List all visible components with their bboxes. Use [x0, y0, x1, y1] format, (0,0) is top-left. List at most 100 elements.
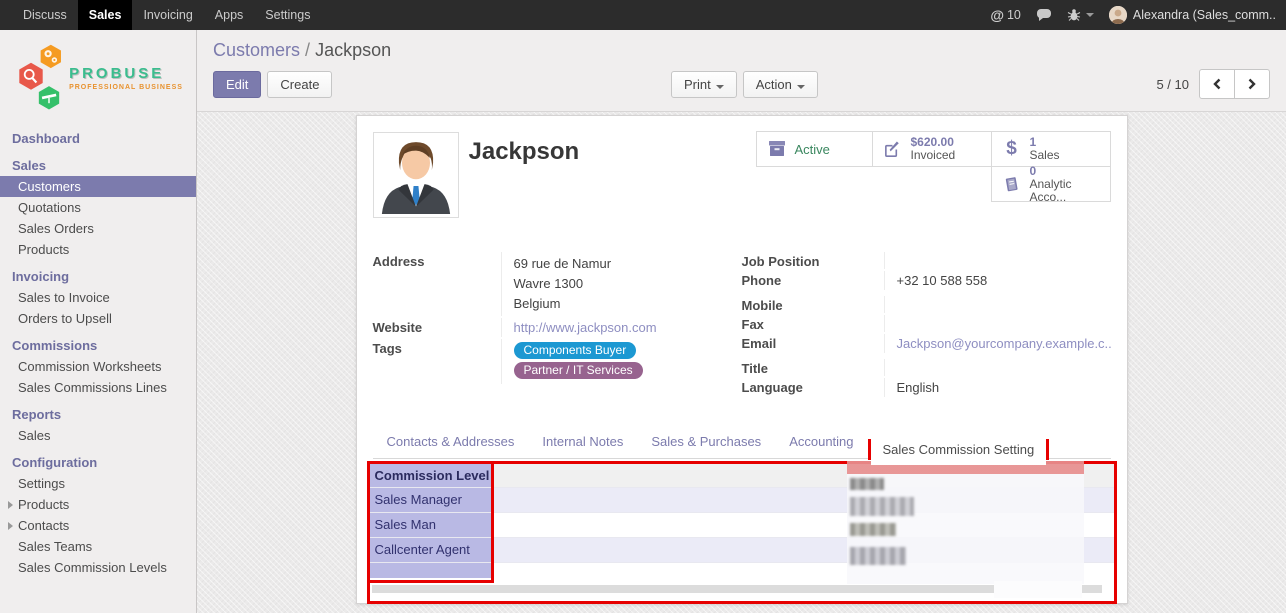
- user-name: Alexandra (Sales_comm..: [1133, 8, 1276, 22]
- sidebar-menu: Dashboard Sales Customers Quotations Sal…: [0, 128, 196, 578]
- title-value: [884, 359, 1111, 376]
- debug-icon[interactable]: [1067, 8, 1094, 22]
- sidebar-heading-reports[interactable]: Reports: [0, 404, 196, 425]
- print-button[interactable]: Print: [671, 71, 737, 98]
- email-link[interactable]: Jackpson@yourcompany.example.c..: [897, 336, 1112, 351]
- sidebar-item-settings[interactable]: Settings: [0, 473, 196, 494]
- sidebar: PROBUSE PROFESSIONAL BUSINESS Dashboard …: [0, 30, 197, 613]
- pager: [1199, 69, 1270, 99]
- tab-accounting[interactable]: Accounting: [775, 425, 867, 458]
- tag-partner-it-services[interactable]: Partner / IT Services: [514, 362, 643, 379]
- sidebar-item-quotations[interactable]: Quotations: [0, 197, 196, 218]
- nav-discuss[interactable]: Discuss: [12, 0, 78, 30]
- title-label: Title: [742, 359, 884, 376]
- stat-invoiced-button[interactable]: $620.00 Invoiced: [872, 131, 992, 167]
- app-menu: Discuss Sales Invoicing Apps Settings: [0, 0, 321, 30]
- field-phone: Phone +32 10 588 558: [742, 271, 1111, 290]
- mention-counter[interactable]: @ 10: [990, 7, 1021, 23]
- book-icon: [1000, 175, 1024, 194]
- stat-analytic-button[interactable]: 0 Analytic Acco...: [991, 166, 1111, 202]
- systray: @ 10 Alexandra (Sales_comm..: [990, 0, 1286, 30]
- field-language: Language English: [742, 378, 1111, 397]
- sidebar-item-commission-worksheets[interactable]: Commission Worksheets: [0, 356, 196, 377]
- nav-invoicing[interactable]: Invoicing: [132, 0, 203, 30]
- action-button[interactable]: Action: [743, 71, 818, 98]
- address-line-3: Belgium: [514, 294, 742, 314]
- sidebar-item-customers[interactable]: Customers: [0, 176, 196, 197]
- website-label: Website: [373, 318, 501, 337]
- redacted-block: [850, 478, 884, 490]
- sidebar-item-orders-to-upsell[interactable]: Orders to Upsell: [0, 308, 196, 329]
- tab-internal-notes[interactable]: Internal Notes: [528, 425, 637, 458]
- pager-next-button[interactable]: [1234, 69, 1270, 99]
- expand-arrow-icon: [8, 522, 13, 530]
- left-field-group: Address 69 rue de Namur Wavre 1300 Belgi…: [373, 252, 742, 399]
- at-icon: @: [990, 7, 1004, 23]
- chevron-down-icon: [797, 85, 805, 89]
- cell-commission-level[interactable]: Sales Manager: [370, 488, 491, 512]
- stat-active-button[interactable]: Active: [756, 131, 873, 167]
- phone-value: +32 10 588 558: [884, 271, 1111, 290]
- sidebar-item-sales-commissions-lines[interactable]: Sales Commissions Lines: [0, 377, 196, 398]
- cell-commission-level[interactable]: Sales Man: [370, 513, 491, 537]
- language-value: English: [884, 378, 1111, 397]
- sidebar-heading-commissions[interactable]: Commissions: [0, 335, 196, 356]
- cell-commission-level[interactable]: Callcenter Agent: [370, 538, 491, 562]
- sidebar-item-config-contacts[interactable]: Contacts: [0, 515, 196, 536]
- form-sheet: Jackpson Active: [356, 115, 1128, 604]
- customer-photo[interactable]: [373, 132, 459, 218]
- sidebar-heading-invoicing[interactable]: Invoicing: [0, 266, 196, 287]
- field-tags: Tags Components Buyer Partner / IT Servi…: [373, 339, 742, 384]
- pager-previous-button[interactable]: [1199, 69, 1235, 99]
- sidebar-item-sales-commission-levels[interactable]: Sales Commission Levels: [0, 557, 196, 578]
- column-header-commission-level[interactable]: Commission Level: [370, 464, 491, 487]
- create-button[interactable]: Create: [267, 71, 332, 98]
- horizontal-scrollbar[interactable]: [372, 585, 1102, 593]
- field-email: Email Jackpson@yourcompany.example.c..: [742, 334, 1111, 353]
- stat-sales-button[interactable]: $ 1 Sales: [991, 131, 1111, 167]
- breadcrumb-customers[interactable]: Customers: [213, 40, 300, 60]
- job-position-label: Job Position: [742, 252, 884, 269]
- probuse-hexagons-icon: [13, 42, 67, 114]
- logo-subtitle: PROFESSIONAL BUSINESS: [69, 84, 183, 91]
- address-line-1: 69 rue de Namur: [514, 254, 742, 274]
- tab-sales-purchases[interactable]: Sales & Purchases: [637, 425, 775, 458]
- sidebar-item-sales-orders[interactable]: Sales Orders: [0, 218, 196, 239]
- edit-button[interactable]: Edit: [213, 71, 261, 98]
- tag-components-buyer[interactable]: Components Buyer: [514, 342, 637, 359]
- sidebar-item-config-products[interactable]: Products: [0, 494, 196, 515]
- user-menu[interactable]: Alexandra (Sales_comm..: [1109, 6, 1276, 24]
- field-website: Website http://www.jackpson.com: [373, 318, 742, 337]
- nav-sales[interactable]: Sales: [78, 0, 133, 30]
- app-logo[interactable]: PROBUSE PROFESSIONAL BUSINESS: [0, 30, 196, 122]
- dollar-icon: $: [1000, 138, 1024, 160]
- cell-empty: [370, 563, 491, 578]
- fax-value: [884, 315, 1111, 332]
- stat-active-label: Active: [795, 143, 830, 156]
- redacted-block: [850, 497, 914, 516]
- mobile-label: Mobile: [742, 296, 884, 313]
- messages-icon[interactable]: [1036, 8, 1052, 22]
- website-link[interactable]: http://www.jackpson.com: [514, 320, 657, 335]
- sidebar-heading-configuration[interactable]: Configuration: [0, 452, 196, 473]
- mention-count: 10: [1007, 8, 1021, 22]
- sidebar-heading-dashboard[interactable]: Dashboard: [0, 128, 196, 149]
- tab-contacts-addresses[interactable]: Contacts & Addresses: [373, 425, 529, 458]
- sidebar-item-products[interactable]: Products: [0, 239, 196, 260]
- nav-apps[interactable]: Apps: [204, 0, 255, 30]
- sidebar-item-label: Products: [18, 497, 69, 512]
- tab-sales-commission-setting[interactable]: Sales Commission Setting: [871, 434, 1047, 465]
- nav-settings[interactable]: Settings: [254, 0, 321, 30]
- sidebar-item-sales-to-invoice[interactable]: Sales to Invoice: [0, 287, 196, 308]
- sidebar-item-reports-sales[interactable]: Sales: [0, 425, 196, 446]
- businessman-avatar-icon: [377, 136, 455, 214]
- mobile-value: [884, 296, 1111, 313]
- tags-label: Tags: [373, 339, 501, 384]
- expand-arrow-icon: [8, 501, 13, 509]
- stat-analytic-value: 0: [1030, 165, 1102, 178]
- logo-title: PROBUSE: [69, 65, 183, 82]
- annotation-box-table: Commission Level Sales Manager Sales Man: [367, 461, 1117, 604]
- sidebar-item-sales-teams[interactable]: Sales Teams: [0, 536, 196, 557]
- archive-box-icon: [765, 140, 789, 158]
- sidebar-heading-sales[interactable]: Sales: [0, 155, 196, 176]
